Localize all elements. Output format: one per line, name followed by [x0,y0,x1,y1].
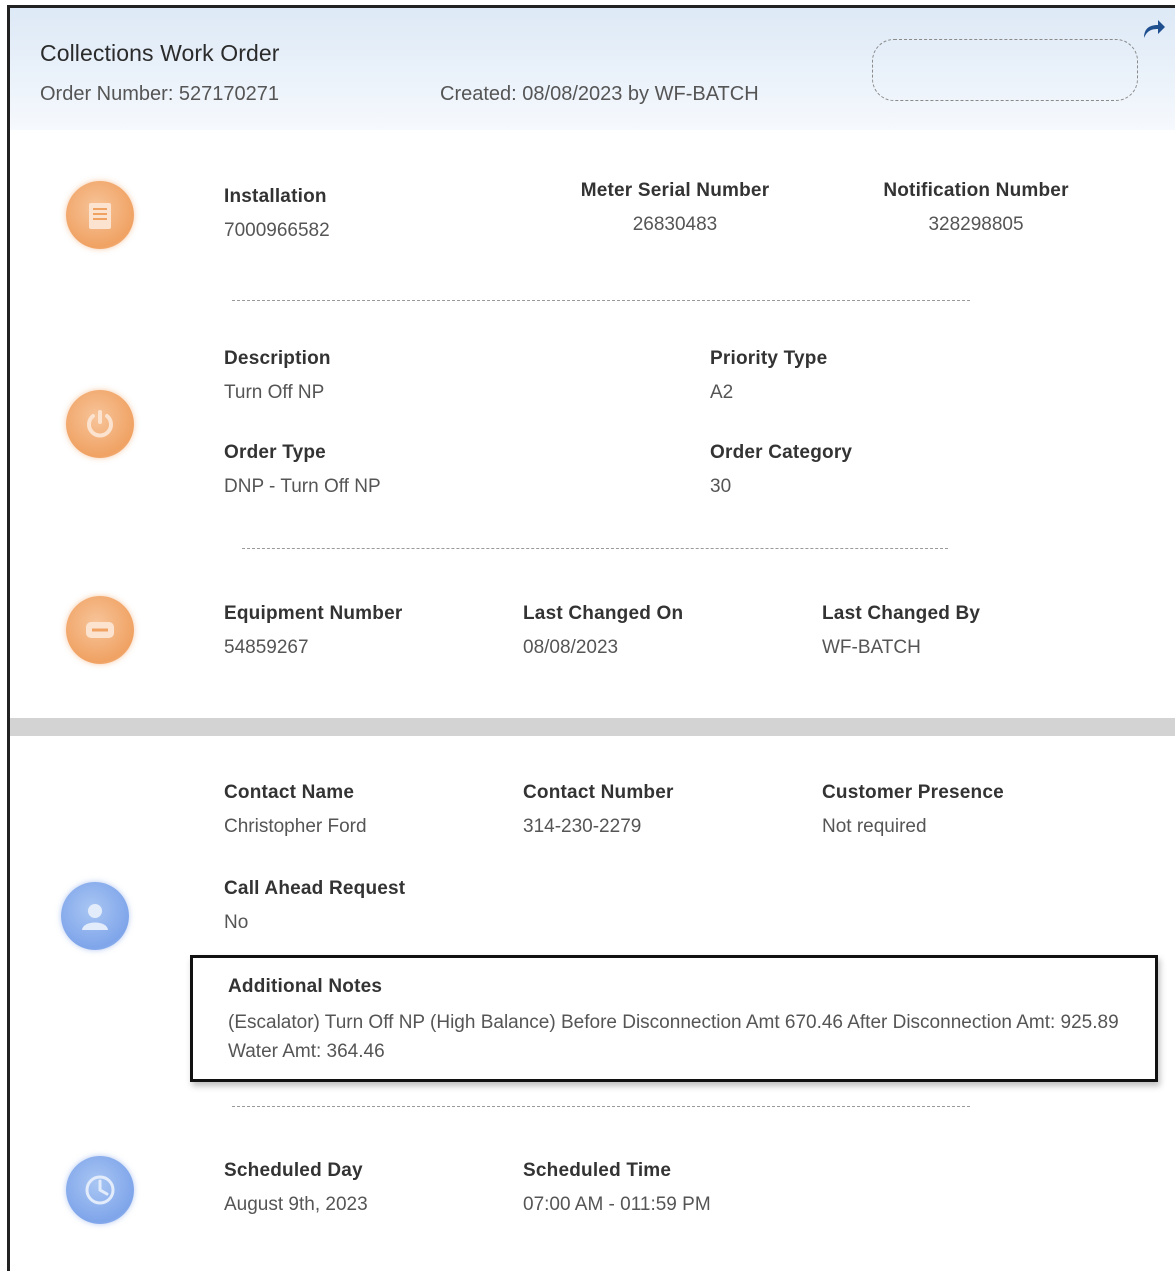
additional-notes-value: (Escalator) Turn Off NP (High Balance) B… [228,1012,1119,1062]
last-changed-by-value: WF-BATCH [822,637,921,658]
last-changed-by-field: Last Changed By WF-BATCH [822,603,980,659]
customer-presence-label: Customer Presence [822,782,1004,803]
additional-notes-box: Additional Notes (Escalator) Turn Off NP… [190,955,1158,1082]
clock-icon [66,1156,134,1224]
order-type-label: Order Type [224,442,326,463]
meter-field: Meter Serial Number 26830483 [565,180,785,236]
additional-notes-label: Additional Notes [228,976,383,997]
call-ahead-value: No [224,912,249,933]
priority-value: A2 [710,382,734,403]
work-order-panel: Collections Work Order Order Number: 527… [7,5,1175,1271]
share-icon[interactable] [1140,18,1166,40]
order-type-value: DNP - Turn Off NP [224,476,381,497]
notification-field: Notification Number 328298805 [866,180,1086,236]
installation-label: Installation [224,186,327,207]
scheduled-time-value: 07:00 AM - 011:59 PM [523,1194,711,1215]
divider [232,1106,970,1107]
last-changed-by-label: Last Changed By [822,603,981,624]
order-type-field: Order Type DNP - Turn Off NP [224,442,381,498]
power-icon [66,390,134,458]
meter-label: Meter Serial Number [580,180,770,201]
contact-name-value: Christopher Ford [224,816,367,837]
notification-label: Notification Number [883,180,1069,201]
order-category-value: 30 [710,476,732,497]
last-changed-on-label: Last Changed On [523,603,684,624]
last-changed-on-field: Last Changed On 08/08/2023 [523,603,683,659]
call-ahead-label: Call Ahead Request [224,878,406,899]
contact-name-field: Contact Name Christopher Ford [224,782,367,838]
equipment-icon [66,596,134,664]
priority-field: Priority Type A2 [710,348,827,404]
installation-value: 7000966582 [224,220,330,241]
contact-number-field: Contact Number 314-230-2279 [523,782,674,838]
equipment-label: Equipment Number [224,603,403,624]
contact-number-label: Contact Number [523,782,674,803]
description-label: Description [224,348,331,369]
order-category-label: Order Category [710,442,853,463]
search-input[interactable] [872,39,1138,101]
call-ahead-field: Call Ahead Request No [224,878,405,934]
contact-number-value: 314-230-2279 [523,816,642,837]
page-title: Collections Work Order [40,40,280,66]
section-separator [10,718,1175,736]
scheduled-time-label: Scheduled Time [523,1160,672,1181]
equipment-field: Equipment Number 54859267 [224,603,402,659]
scheduled-day-field: Scheduled Day August 9th, 2023 [224,1160,368,1216]
description-value: Turn Off NP [224,382,325,403]
description-field: Description Turn Off NP [224,348,331,404]
scheduled-time-field: Scheduled Time 07:00 AM - 011:59 PM [523,1160,711,1216]
installation-field: Installation 7000966582 [224,186,330,242]
installation-icon [66,181,134,249]
priority-label: Priority Type [710,348,828,369]
scheduled-day-label: Scheduled Day [224,1160,363,1181]
created-info: Created: 08/08/2023 by WF-BATCH [440,83,759,105]
order-number: Order Number: 527170271 [40,83,280,105]
header: Collections Work Order Order Number: 527… [10,8,1175,130]
customer-presence-value: Not required [822,816,927,837]
scheduled-day-value: August 9th, 2023 [224,1194,368,1215]
meter-value: 26830483 [632,214,718,235]
equipment-value: 54859267 [224,637,309,658]
contact-name-label: Contact Name [224,782,355,803]
divider [232,300,970,301]
customer-presence-field: Customer Presence Not required [822,782,1004,838]
order-category-field: Order Category 30 [710,442,852,498]
contact-icon [61,882,129,950]
notification-value: 328298805 [928,214,1024,235]
last-changed-on-value: 08/08/2023 [523,637,619,658]
divider [242,548,948,549]
